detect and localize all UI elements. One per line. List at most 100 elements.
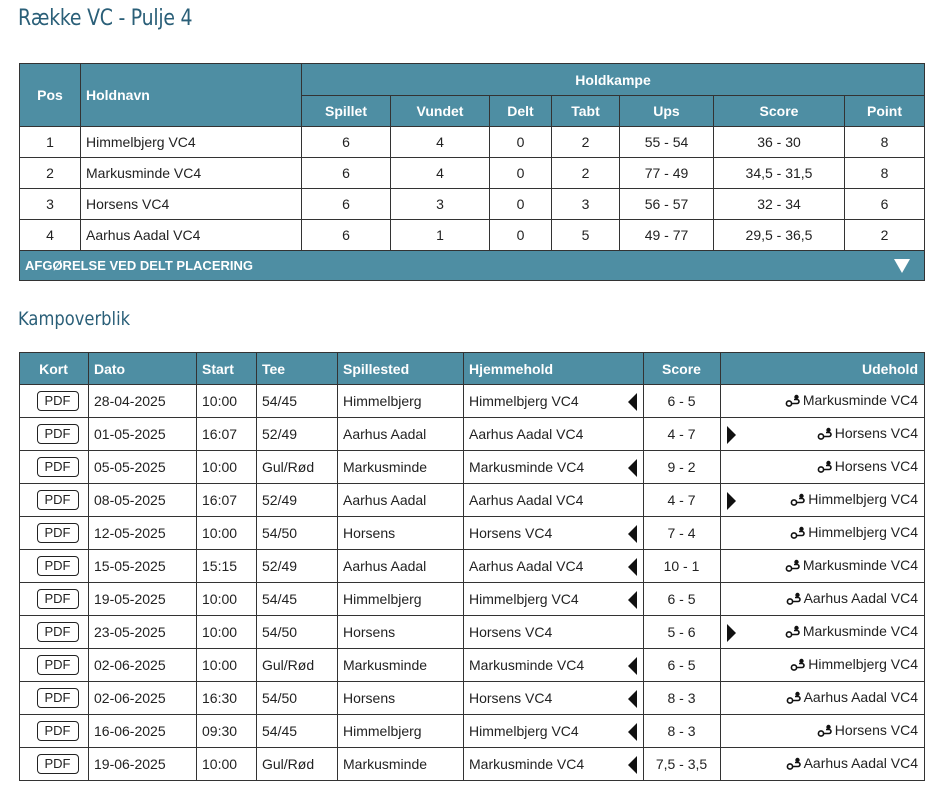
card-cell: PDF [19, 549, 89, 583]
home-team: Markusminde VC4 [469, 756, 585, 772]
drawn-cell: 0 [489, 157, 552, 189]
triangle-left-icon [628, 525, 637, 543]
tee-cell: Gul/Rød [256, 450, 338, 484]
start-cell: 10:00 [196, 516, 257, 550]
match-score-cell: 6 - 5 [643, 582, 721, 616]
pos-cell: 2 [19, 157, 81, 189]
home-cell: Himmelbjerg VC4 [463, 582, 644, 616]
match-row: PDF 02-06-2025 16:30 54/50 Horsens Horsens VC… [19, 681, 925, 715]
tee-cell: 54/45 [256, 384, 338, 418]
card-cell: PDF [19, 648, 89, 682]
away-team: Himmelbjerg VC4 [808, 656, 918, 672]
pdf-button[interactable]: PDF [36, 754, 79, 774]
route-icon [786, 592, 802, 608]
date-cell: 19-05-2025 [88, 582, 197, 616]
away-team: Aarhus Aadal VC4 [803, 590, 918, 606]
home-team: Himmelbjerg VC4 [469, 591, 579, 607]
date-cell: 16-06-2025 [88, 714, 197, 748]
pdf-button[interactable]: PDF [36, 490, 79, 510]
home-team: Aarhus Aadal VC4 [469, 558, 584, 574]
route-icon [817, 724, 833, 740]
home-cell: Horsens VC4 [463, 681, 644, 715]
card-cell: PDF [19, 483, 89, 517]
pdf-button[interactable]: PDF [36, 424, 79, 444]
ups-cell: 49 - 77 [619, 219, 714, 251]
tee-cell: 54/50 [256, 516, 338, 550]
played-cell: 6 [301, 188, 391, 220]
col-lost: Tabt [551, 95, 620, 127]
card-cell: PDF [19, 417, 89, 451]
tiebreak-label: AFGØRELSE VED DELT PLACERING [25, 258, 253, 273]
match-row: PDF 28-04-2025 10:00 54/45 Himmelbjerg Himmel… [19, 384, 925, 418]
home-cell: Markusminde VC4 [463, 648, 644, 682]
match-row: PDF 01-05-2025 16:07 52/49 Aarhus Aadal Aarhu… [19, 417, 925, 451]
ups-cell: 55 - 54 [619, 126, 714, 158]
away-cell: Aarhus Aadal VC4 [720, 582, 925, 616]
standings-table: Pos Holdnavn Holdkampe Spillet Vundet De… [18, 63, 926, 281]
venue-cell: Horsens [337, 615, 464, 649]
pdf-button[interactable]: PDF [36, 391, 79, 411]
home-team: Horsens VC4 [469, 624, 553, 640]
match-row: PDF 08-05-2025 16:07 52/49 Aarhus Aadal Aarhu… [19, 483, 925, 517]
away-team: Himmelbjerg VC4 [808, 524, 918, 540]
ups-cell: 56 - 57 [619, 188, 714, 220]
col-home: Hjemmehold [463, 352, 644, 385]
home-team: Himmelbjerg VC4 [469, 723, 579, 739]
away-cell: Markusminde VC4 [720, 549, 925, 583]
col-match-score: Score [643, 352, 721, 385]
card-cell: PDF [19, 384, 89, 418]
away-team: Horsens VC4 [834, 722, 918, 738]
pdf-button[interactable]: PDF [36, 721, 79, 741]
pdf-button[interactable]: PDF [36, 622, 79, 642]
col-date: Dato [88, 352, 197, 385]
pdf-button[interactable]: PDF [36, 655, 79, 675]
score-cell: 36 - 30 [713, 126, 845, 158]
triangle-right-icon [727, 426, 736, 444]
pdf-button[interactable]: PDF [36, 457, 79, 477]
start-cell: 10:00 [196, 747, 257, 781]
standings-row: 3 Horsens VC4 6 3 0 3 56 - 57 32 - 34 6 [19, 188, 926, 220]
col-ups: Ups [619, 95, 714, 127]
date-cell: 23-05-2025 [88, 615, 197, 649]
pos-cell: 1 [19, 126, 81, 158]
pdf-button[interactable]: PDF [36, 589, 79, 609]
tee-cell: Gul/Rød [256, 648, 338, 682]
pdf-button[interactable]: PDF [36, 556, 79, 576]
pdf-button[interactable]: PDF [36, 688, 79, 708]
home-team: Horsens VC4 [469, 525, 553, 541]
route-icon [790, 526, 806, 542]
start-cell: 16:07 [196, 483, 257, 517]
route-icon [786, 757, 802, 773]
lost-cell: 3 [551, 188, 620, 220]
triangle-left-icon [628, 756, 637, 774]
home-cell: Horsens VC4 [463, 615, 644, 649]
away-cell: Horsens VC4 [720, 450, 925, 484]
triangle-down-icon[interactable] [894, 259, 911, 273]
pos-cell: 4 [19, 219, 81, 251]
points-cell: 6 [843, 188, 926, 220]
col-start: Start [196, 352, 257, 385]
away-team: Horsens VC4 [834, 425, 918, 441]
pdf-button[interactable]: PDF [36, 523, 79, 543]
match-score-cell: 4 - 7 [643, 417, 721, 451]
match-score-cell: 8 - 3 [643, 714, 721, 748]
points-cell: 8 [843, 157, 926, 189]
tee-cell: 54/50 [256, 681, 338, 715]
start-cell: 16:30 [196, 681, 257, 715]
venue-cell: Himmelbjerg [337, 582, 464, 616]
tiebreak-toggle[interactable]: AFGØRELSE VED DELT PLACERING [18, 250, 926, 281]
points-cell: 2 [843, 219, 926, 251]
match-row: PDF 19-06-2025 10:00 Gul/Rød Markusminde Mark… [19, 747, 925, 781]
match-row: PDF 23-05-2025 10:00 54/50 Horsens Horsens VC… [19, 615, 925, 649]
won-cell: 1 [390, 219, 490, 251]
date-cell: 15-05-2025 [88, 549, 197, 583]
ups-cell: 77 - 49 [619, 157, 714, 189]
tee-cell: 54/45 [256, 582, 338, 616]
card-cell: PDF [19, 516, 89, 550]
triangle-left-icon [628, 393, 637, 411]
route-icon [785, 394, 801, 410]
triangle-right-icon [727, 624, 736, 642]
col-tee: Tee [256, 352, 338, 385]
score-cell: 29,5 - 36,5 [713, 219, 845, 251]
away-cell: Aarhus Aadal VC4 [720, 747, 925, 781]
